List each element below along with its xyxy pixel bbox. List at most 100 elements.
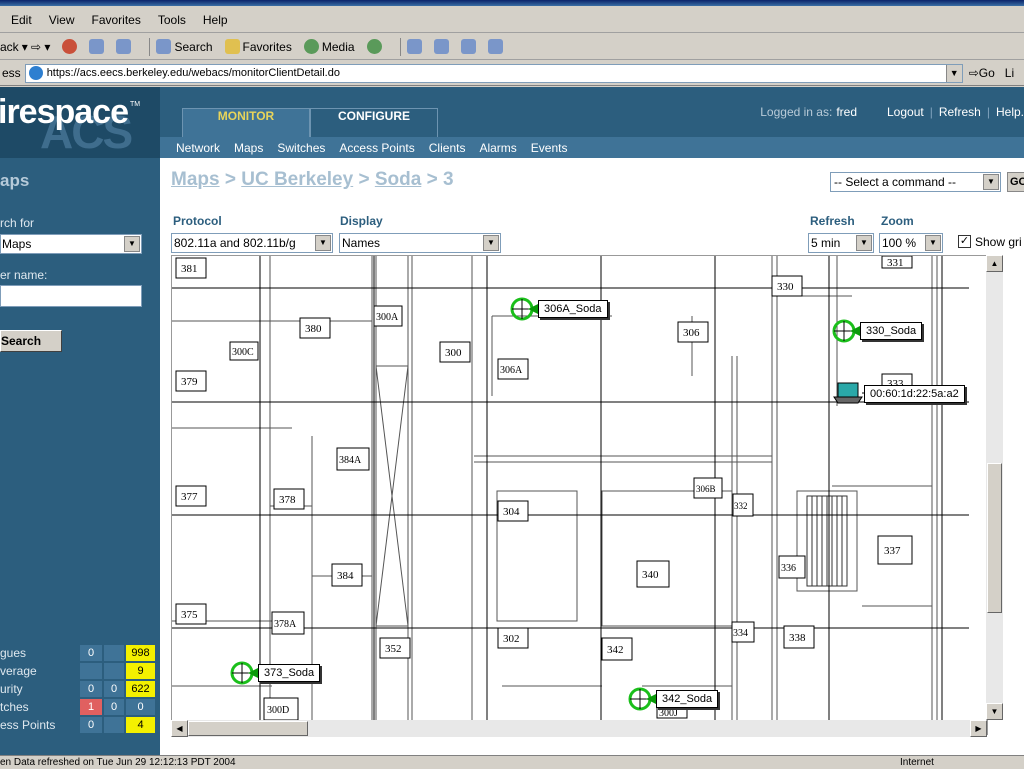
refresh-icon — [89, 39, 105, 54]
address-input[interactable]: https://acs.eecs.berkeley.edu/webacs/mon… — [24, 63, 963, 83]
scroll-down-icon[interactable]: ▼ — [986, 703, 1003, 720]
svg-text:378: 378 — [279, 494, 296, 506]
map-horizontal-scrollbar[interactable]: ◀ ▶ — [171, 720, 987, 737]
svg-text:375: 375 — [181, 609, 198, 621]
refresh-link[interactable]: Refresh — [939, 105, 981, 119]
client-label[interactable]: 00:60:1d:22:5a:a2 — [864, 385, 965, 403]
svg-text:377: 377 — [181, 491, 198, 503]
svg-text:304: 304 — [503, 506, 520, 518]
ap-label-342[interactable]: 342_Soda — [656, 690, 719, 708]
chevron-down-icon: ▼ — [124, 236, 140, 252]
menu-favorites[interactable]: Favorites — [91, 13, 140, 27]
show-grid-checkbox[interactable]: ✓ — [958, 235, 971, 248]
svg-text:337: 337 — [884, 545, 901, 557]
name-input[interactable] — [0, 285, 142, 307]
nav-access-points[interactable]: Access Points — [339, 141, 414, 155]
svg-text:306A: 306A — [500, 365, 523, 376]
stop-button[interactable] — [62, 39, 78, 54]
chevron-down-icon: ▼ — [983, 174, 999, 190]
chevron-down-icon: ▼ — [483, 235, 499, 251]
room-380: 380 — [299, 317, 331, 339]
menu-edit[interactable]: Edit — [11, 13, 32, 27]
logout-link[interactable]: Logout — [887, 105, 924, 119]
airespace-logo: ACS irespace TM — [0, 87, 160, 158]
room-375: 375 — [175, 603, 207, 625]
nav-alarms[interactable]: Alarms — [479, 141, 516, 155]
breadcrumb: Maps > UC Berkeley > Soda > 3 — [171, 169, 454, 190]
ap-icon — [832, 319, 862, 343]
home-button[interactable] — [116, 39, 132, 54]
scroll-thumb[interactable] — [188, 721, 308, 736]
search-submit-button[interactable]: Search — [0, 330, 62, 352]
scroll-right-icon[interactable]: ▶ — [970, 720, 987, 737]
menu-tools[interactable]: Tools — [158, 13, 186, 27]
zoom-select[interactable]: 100 % ▼ — [879, 233, 943, 253]
search-button[interactable]: Search — [156, 39, 213, 54]
favorites-button[interactable]: Favorites — [224, 39, 292, 54]
main-content: Maps > UC Berkeley > Soda > 3 -- Select … — [160, 158, 1024, 755]
nav-network[interactable]: Network — [176, 141, 220, 155]
breadcrumb-building[interactable]: Soda — [375, 169, 421, 190]
nav-clients[interactable]: Clients — [429, 141, 466, 155]
search-for-select[interactable]: Maps ▼ — [0, 234, 142, 254]
back-button[interactable]: ack ▾ ⇨ ▾ — [0, 40, 50, 54]
sub-navigation: Network Maps Switches Access Points Clie… — [160, 137, 1024, 158]
ap-label-373[interactable]: 373_Soda — [258, 664, 321, 682]
floor-map[interactable]: 381 380 300C 300A 300 306A 306 330 331 3… — [171, 255, 988, 735]
scroll-up-icon[interactable]: ▲ — [986, 255, 1003, 272]
nav-events[interactable]: Events — [531, 141, 568, 155]
command-select[interactable]: -- Select a command -- ▼ — [830, 172, 1001, 192]
stat-row: tches 1 0 0 — [0, 698, 160, 716]
room-labels: 381 380 300C 300A 300 306A 306 330 331 3… — [175, 256, 913, 721]
media-button[interactable]: Media — [303, 39, 355, 54]
room-304: 304 — [497, 500, 529, 522]
help-link[interactable]: Help. — [996, 105, 1024, 119]
refresh-select[interactable]: 5 min ▼ — [808, 233, 874, 253]
protocol-label: Protocol — [173, 214, 222, 228]
room-300c: 300C — [229, 341, 259, 361]
svg-text:379: 379 — [181, 376, 198, 388]
menu-help[interactable]: Help — [203, 13, 228, 27]
tab-monitor[interactable]: MONITOR — [182, 108, 310, 137]
refresh-button[interactable] — [89, 39, 105, 54]
display-label: Display — [340, 214, 383, 228]
display-select[interactable]: Names ▼ — [339, 233, 501, 253]
go-button[interactable]: ⇨Go — [969, 66, 995, 80]
print-button[interactable] — [433, 39, 449, 54]
chevron-down-icon: ▼ — [925, 235, 941, 251]
scroll-thumb[interactable] — [987, 463, 1002, 613]
map-vertical-scrollbar[interactable]: ▲ ▼ — [986, 255, 1003, 720]
room-337: 337 — [877, 535, 913, 565]
window-title-bar — [0, 0, 1024, 6]
search-icon — [156, 39, 172, 54]
discuss-button[interactable] — [487, 39, 503, 54]
nav-maps[interactable]: Maps — [234, 141, 263, 155]
svg-text:384: 384 — [337, 570, 354, 582]
menu-view[interactable]: View — [49, 13, 75, 27]
mail-button[interactable] — [406, 39, 422, 54]
edit-icon — [460, 39, 476, 54]
room-338: 338 — [783, 625, 815, 649]
history-button[interactable] — [366, 39, 382, 54]
nav-switches[interactable]: Switches — [277, 141, 325, 155]
ap-label-306a[interactable]: 306A_Soda — [538, 300, 608, 318]
address-dropdown-icon[interactable]: ▼ — [945, 64, 962, 82]
login-info: Logged in as: fred Logout | Refresh | He… — [760, 105, 1024, 119]
print-icon — [433, 39, 449, 54]
stairs — [806, 495, 848, 587]
ie-page-icon — [28, 66, 43, 80]
tab-configure[interactable]: CONFIGURE — [310, 108, 438, 137]
edit-button[interactable] — [460, 39, 476, 54]
app-header: ACS irespace TM MONITOR CONFIGURE Logged… — [0, 87, 1024, 158]
protocol-select[interactable]: 802.11a and 802.11b/g ▼ — [171, 233, 333, 253]
ap-label-330[interactable]: 330_Soda — [860, 322, 923, 340]
sidebar-title: aps — [0, 171, 30, 190]
svg-text:334: 334 — [733, 628, 748, 639]
breadcrumb-maps[interactable]: Maps — [171, 169, 220, 190]
breadcrumb-campus[interactable]: UC Berkeley — [241, 169, 353, 190]
links-button[interactable]: Li — [1005, 66, 1014, 80]
show-grid-label: Show gri — [975, 235, 1022, 249]
command-go-button[interactable]: GO — [1007, 172, 1024, 192]
scroll-left-icon[interactable]: ◀ — [171, 720, 188, 737]
room-331: 331 — [881, 256, 913, 269]
